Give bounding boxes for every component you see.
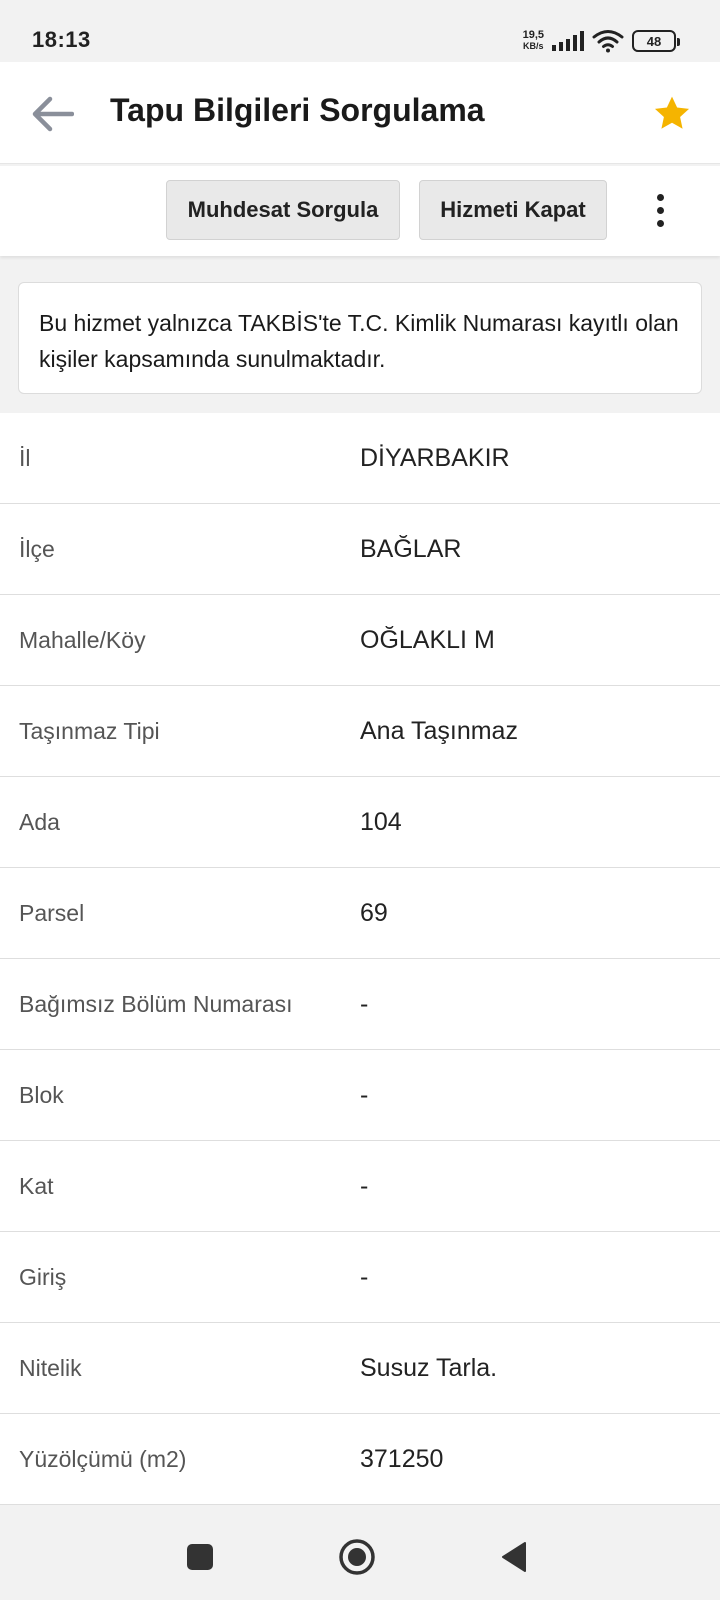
row-value: DİYARBAKIR [360, 444, 510, 472]
favorite-button[interactable] [650, 92, 694, 136]
network-speed: 19,5 KB/s [523, 30, 544, 52]
status-icons: 19,5 KB/s 48 [523, 28, 680, 54]
table-row: Bağımsız Bölüm Numarası - [0, 959, 720, 1050]
system-nav-bar [0, 1513, 720, 1600]
row-label: İl [19, 445, 31, 471]
row-value: OĞLAKLI M [360, 626, 495, 654]
row-value: 371250 [360, 1445, 444, 1473]
row-value: 104 [360, 808, 402, 836]
row-label: Mahalle/Köy [19, 627, 146, 653]
row-value: BAĞLAR [360, 535, 462, 563]
hizmeti-kapat-button[interactable]: Hizmeti Kapat [419, 180, 607, 240]
more-vertical-icon [656, 193, 664, 227]
triangle-back-icon [502, 1542, 526, 1572]
row-value: - [360, 1263, 369, 1291]
page-title: Tapu Bilgileri Sorgulama [110, 92, 485, 128]
notice-box: Bu hizmet yalnızca TAKBİS'te T.C. Kimlik… [18, 282, 702, 394]
network-speed-unit: KB/s [523, 41, 544, 51]
status-time: 18:13 [32, 27, 91, 52]
home-button[interactable] [335, 1535, 379, 1579]
row-value: - [360, 990, 369, 1018]
row-label: Nitelik [19, 1355, 82, 1381]
table-row: Ada 104 [0, 777, 720, 868]
table-row: Taşınmaz Tipi Ana Taşınmaz [0, 686, 720, 777]
table-row: Mahalle/Köy OĞLAKLI M [0, 595, 720, 686]
nav-back-button[interactable] [492, 1535, 536, 1579]
table-row: İlçe BAĞLAR [0, 504, 720, 595]
property-info-table: İl DİYARBAKIR İlçe BAĞLAR Mahalle/Köy OĞ… [0, 413, 720, 1505]
back-button[interactable] [26, 88, 78, 140]
signal-icon [552, 31, 584, 51]
row-label: Ada [19, 809, 60, 835]
circle-icon [339, 1539, 375, 1575]
arrow-left-icon [32, 96, 74, 132]
table-row: Giriş - [0, 1232, 720, 1323]
action-bar: Muhdesat Sorgula Hizmeti Kapat [0, 166, 720, 256]
table-row: Parsel 69 [0, 868, 720, 959]
row-label: Bağımsız Bölüm Numarası [19, 991, 293, 1017]
notice-text: Bu hizmet yalnızca TAKBİS'te T.C. Kimlik… [39, 310, 679, 372]
row-value: Susuz Tarla. [360, 1354, 498, 1382]
row-label: Kat [19, 1173, 54, 1199]
square-icon [187, 1544, 213, 1570]
recents-button[interactable] [178, 1535, 222, 1579]
table-row: Kat - [0, 1141, 720, 1232]
row-label: İlçe [19, 536, 55, 562]
table-row: İl DİYARBAKIR [0, 413, 720, 504]
more-options-button[interactable] [646, 188, 674, 232]
wifi-icon [592, 30, 624, 53]
row-value: - [360, 1172, 369, 1200]
row-label: Parsel [19, 900, 85, 926]
star-icon [654, 96, 690, 129]
row-label: Taşınmaz Tipi [19, 718, 160, 744]
table-row: Nitelik Susuz Tarla. [0, 1323, 720, 1414]
app-bar: Tapu Bilgileri Sorgulama [0, 62, 720, 164]
row-value: Ana Taşınmaz [360, 717, 518, 745]
row-value: - [360, 1081, 369, 1109]
table-row: Blok - [0, 1050, 720, 1141]
network-speed-value: 19,5 [522, 29, 544, 41]
status-bar: 18:13 19,5 KB/s 48 [0, 0, 720, 60]
battery-icon: 48 [632, 30, 680, 52]
row-label: Yüzölçümü (m2) [19, 1446, 187, 1472]
row-label: Giriş [19, 1264, 67, 1290]
table-row: Yüzölçümü (m2) 371250 [0, 1414, 720, 1505]
row-label: Blok [19, 1082, 64, 1108]
battery-level: 48 [646, 33, 662, 49]
muhdesat-sorgula-button[interactable]: Muhdesat Sorgula [166, 180, 400, 240]
row-value: 69 [360, 899, 388, 927]
